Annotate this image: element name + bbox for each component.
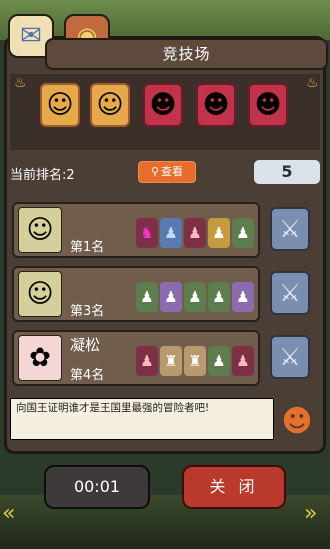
unit-sprite: ♟ — [208, 218, 230, 248]
unit-sprite: ♜ — [184, 346, 206, 376]
search-icon: ⚲ — [150, 165, 160, 178]
opponent-card: ✿ 凝松 第4名 ♟ ♜ ♜ ♟ ♟ — [12, 330, 260, 386]
opponent-team: ♞ ♟ ♟ ♟ ♟ — [136, 218, 254, 248]
hero-portrait: ☺ — [90, 83, 130, 127]
unit-sprite: ♟ — [208, 346, 230, 376]
hero-portrait: ☻ — [143, 83, 183, 127]
unit-sprite: ♟ — [136, 282, 158, 312]
opponent-rank: 第3名 — [70, 304, 105, 319]
guide-character-icon: ☻ — [281, 403, 313, 439]
view-button[interactable]: ⚲ 查看 — [138, 161, 196, 183]
opponent-team: ♟ ♟ ♟ ♟ ♟ — [136, 282, 254, 312]
page-title: 竞技场 — [45, 38, 328, 70]
mail-icon: ✉ — [20, 21, 42, 51]
unit-sprite: ♟ — [232, 346, 254, 376]
unit-sprite: ♜ — [160, 346, 182, 376]
challenge-button[interactable]: ⚔ — [270, 335, 310, 379]
unit-sprite: ♟ — [136, 346, 158, 376]
opponent-team: ♟ ♜ ♜ ♟ ♟ — [136, 346, 254, 376]
knight-avatar: ☺ — [18, 207, 62, 253]
crossed-swords-icon: ⚔ — [279, 215, 301, 243]
hero-portrait: ☻ — [248, 83, 288, 127]
timer-button[interactable]: 00:01 — [44, 465, 150, 509]
opponent-card: ☺ 第3名 ♟ ♟ ♟ ♟ ♟ — [12, 266, 260, 322]
unit-sprite: ♟ — [160, 218, 182, 248]
current-rank-label: 当前排名:2 — [10, 168, 75, 183]
close-button[interactable]: 关 闭 — [182, 465, 286, 509]
unit-sprite: ♟ — [208, 282, 230, 312]
opponent-card: ☺ 第1名 ♞ ♟ ♟ ♟ ♟ — [12, 202, 260, 258]
opponent-rank: 第1名 — [70, 240, 105, 255]
opponent-rank: 第4名 — [70, 368, 105, 383]
unit-sprite: ♟ — [232, 218, 254, 248]
opponent-name: 凝松 — [70, 336, 101, 354]
pink-creature-avatar: ✿ — [18, 335, 62, 381]
unit-sprite: ♟ — [232, 282, 254, 312]
unit-sprite: ♟ — [184, 282, 206, 312]
torch-icon: ♨ — [14, 75, 27, 91]
hint-message: 向国王证明谁才是王国里最强的冒险者吧! — [10, 398, 274, 440]
hero-portrait: ☺ — [40, 83, 80, 127]
challenge-button[interactable]: ⚔ — [270, 271, 310, 315]
scroll-right-arrow-icon: » — [304, 501, 318, 526]
knight-avatar: ☺ — [18, 271, 62, 317]
crossed-swords-icon: ⚔ — [279, 279, 301, 307]
challenge-count: 5 — [254, 160, 320, 184]
unit-sprite: ♞ — [136, 218, 158, 248]
unit-sprite: ♟ — [160, 282, 182, 312]
challenge-button[interactable]: ⚔ — [270, 207, 310, 251]
rank-bar: 当前排名:2 ⚲ 查看 5 — [8, 158, 322, 188]
torch-icon: ♨ — [306, 75, 319, 91]
crossed-swords-icon: ⚔ — [279, 343, 301, 371]
scroll-left-arrow-icon: « — [2, 501, 16, 526]
hero-portrait: ☻ — [196, 83, 236, 127]
unit-sprite: ♟ — [184, 218, 206, 248]
